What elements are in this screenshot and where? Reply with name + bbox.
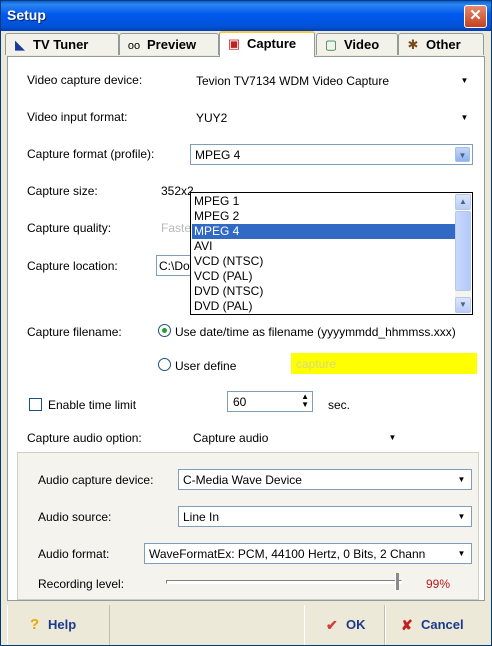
dropdown-option[interactable]: MPEG 2 bbox=[192, 209, 456, 224]
video-icon: ▢ bbox=[324, 37, 338, 52]
capture-format-dropdown[interactable]: MPEG 1 MPEG 2 MPEG 4 AVI VCD (NTSC) VCD … bbox=[190, 192, 473, 315]
help-label: Help bbox=[48, 617, 77, 632]
dropdown-option-selected[interactable]: MPEG 4 bbox=[192, 224, 456, 239]
capture-audio-option-select[interactable]: Capture audio ▼ bbox=[188, 427, 403, 448]
video-capture-device-select[interactable]: Tevion TV7134 WDM Video Capture ▼ bbox=[191, 70, 475, 91]
scroll-thumb[interactable] bbox=[455, 211, 471, 291]
recording-level-track[interactable] bbox=[166, 573, 402, 590]
spin-down-icon[interactable]: ▼ bbox=[301, 400, 309, 409]
setup-dialog: Setup ✕ ◣ TV Tuner oo Preview ▣ Capture ▢ Vi… bbox=[0, 0, 492, 646]
chevron-down-icon: ▼ bbox=[388, 433, 397, 442]
capture-audio-option-label: Capture audio option: bbox=[27, 431, 142, 445]
tab-label: Other bbox=[426, 37, 461, 52]
radio-dot bbox=[162, 328, 167, 333]
help-button[interactable]: ? Help bbox=[7, 605, 110, 645]
other-icon: ✱ bbox=[407, 37, 419, 52]
audio-device-value: C-Media Wave Device bbox=[183, 473, 302, 487]
capture-audio-option-value: Capture audio bbox=[193, 431, 269, 445]
spin-buttons[interactable]: ▲ ▼ bbox=[301, 393, 309, 409]
capture-format-select[interactable]: MPEG 4 ▼ bbox=[190, 144, 473, 165]
video-input-format-label: Video input format: bbox=[27, 110, 128, 124]
audio-group: Audio capture device: C-Media Wave Devic… bbox=[17, 452, 479, 600]
button-bar-spacer bbox=[110, 605, 304, 645]
video-capture-device-label: Video capture device: bbox=[27, 73, 143, 87]
time-limit-checkbox[interactable] bbox=[29, 398, 42, 411]
time-limit-value: 60 bbox=[233, 395, 247, 409]
user-define-input[interactable]: capture bbox=[291, 353, 477, 374]
tab-other[interactable]: ✱ Other bbox=[398, 33, 484, 55]
dropdown-option[interactable]: AVI bbox=[192, 239, 456, 254]
time-limit-input[interactable]: 60 ▲ ▼ bbox=[227, 391, 313, 412]
cancel-button[interactable]: ✘ Cancel bbox=[385, 605, 491, 645]
user-define-label: User define bbox=[175, 359, 237, 373]
tab-label: Video bbox=[344, 37, 380, 52]
recording-level-label: Recording level: bbox=[38, 577, 125, 591]
capture-size-value[interactable]: 352x2 bbox=[161, 184, 194, 198]
video-input-format-value: YUY2 bbox=[196, 111, 228, 125]
chevron-down-icon: ▼ bbox=[459, 300, 467, 309]
audio-format-select[interactable]: WaveFormatEx: PCM, 44100 Hertz, 0 Bits, … bbox=[144, 543, 472, 564]
tv-tuner-icon: ◣ bbox=[15, 37, 25, 52]
ok-label: OK bbox=[346, 617, 366, 632]
dropdown-option[interactable]: DVD (PAL) bbox=[192, 299, 456, 313]
capture-format-value: MPEG 4 bbox=[195, 148, 241, 162]
capture-location-label: Capture location: bbox=[27, 259, 118, 273]
title-bar[interactable]: Setup ✕ bbox=[1, 1, 491, 31]
close-icon: ✕ bbox=[469, 7, 482, 24]
tab-label: TV Tuner bbox=[33, 37, 89, 52]
chevron-down-icon: ▼ bbox=[457, 512, 466, 521]
checkmark-icon: ✔ bbox=[326, 617, 338, 633]
dropdown-option[interactable]: VCD (NTSC) bbox=[192, 254, 456, 269]
dropdown-option[interactable]: VCD (PAL) bbox=[192, 269, 456, 284]
window-title: Setup bbox=[7, 7, 46, 23]
capture-format-label: Capture format (profile): bbox=[27, 147, 155, 161]
video-input-format-select[interactable]: YUY2 ▼ bbox=[191, 107, 475, 128]
glasses-icon: oo bbox=[127, 40, 141, 52]
chevron-down-icon: ▼ bbox=[460, 76, 469, 85]
question-icon: ? bbox=[30, 616, 40, 633]
tab-video[interactable]: ▢ Video bbox=[316, 33, 398, 55]
tab-tv-tuner[interactable]: ◣ TV Tuner bbox=[5, 33, 119, 55]
capture-quality-value[interactable]: Faste bbox=[161, 221, 191, 235]
audio-format-value: WaveFormatEx: PCM, 44100 Hertz, 0 Bits, … bbox=[149, 547, 426, 561]
close-button[interactable]: ✕ bbox=[464, 5, 487, 28]
chevron-down-icon: ▼ bbox=[457, 549, 466, 558]
radio-date-filename[interactable] bbox=[158, 324, 171, 337]
tab-preview[interactable]: oo Preview bbox=[119, 33, 219, 55]
scroll-down-button[interactable]: ▼ bbox=[455, 297, 471, 313]
audio-device-label: Audio capture device: bbox=[38, 473, 154, 487]
capture-size-label: Capture size: bbox=[27, 184, 98, 198]
chevron-down-icon: ▼ bbox=[455, 147, 470, 162]
tab-capture[interactable]: ▣ Capture bbox=[219, 31, 315, 57]
audio-format-label: Audio format: bbox=[38, 547, 110, 561]
dropdown-scrollbar[interactable]: ▲ ▼ bbox=[455, 194, 471, 313]
dropdown-option[interactable]: DVD (NTSC) bbox=[192, 284, 456, 299]
audio-device-select[interactable]: C-Media Wave Device ▼ bbox=[178, 469, 472, 490]
chevron-down-icon: ▼ bbox=[460, 113, 469, 122]
recording-level-value: 99% bbox=[426, 577, 451, 591]
cancel-label: Cancel bbox=[421, 617, 464, 632]
cancel-x-icon: ✘ bbox=[401, 617, 413, 633]
ok-button[interactable]: ✔ OK bbox=[304, 605, 385, 645]
tab-label: Capture bbox=[247, 36, 297, 51]
capture-filename-label: Capture filename: bbox=[27, 325, 122, 339]
audio-source-label: Audio source: bbox=[38, 510, 112, 524]
dropdown-option[interactable]: MPEG 1 bbox=[192, 194, 456, 209]
scroll-up-button[interactable]: ▲ bbox=[455, 194, 471, 210]
recording-level-thumb[interactable] bbox=[395, 573, 399, 590]
audio-source-select[interactable]: Line In ▼ bbox=[178, 506, 472, 527]
capture-location-value: C:\Do bbox=[159, 259, 190, 273]
radio-user-define[interactable] bbox=[158, 358, 171, 371]
tab-label: Preview bbox=[147, 37, 197, 52]
user-define-value: capture bbox=[296, 357, 337, 371]
capture-quality-label: Capture quality: bbox=[27, 221, 112, 235]
capture-icon: ▣ bbox=[227, 36, 241, 51]
time-limit-label: Enable time limit bbox=[48, 398, 137, 412]
time-limit-unit: sec. bbox=[328, 398, 351, 412]
audio-source-value: Line In bbox=[183, 510, 220, 524]
chevron-down-icon: ▼ bbox=[457, 475, 466, 484]
video-capture-device-value: Tevion TV7134 WDM Video Capture bbox=[196, 74, 389, 88]
chevron-up-icon: ▲ bbox=[459, 197, 467, 206]
date-filename-label: Use date/time as filename (yyyymmdd_hhmm… bbox=[175, 325, 456, 339]
